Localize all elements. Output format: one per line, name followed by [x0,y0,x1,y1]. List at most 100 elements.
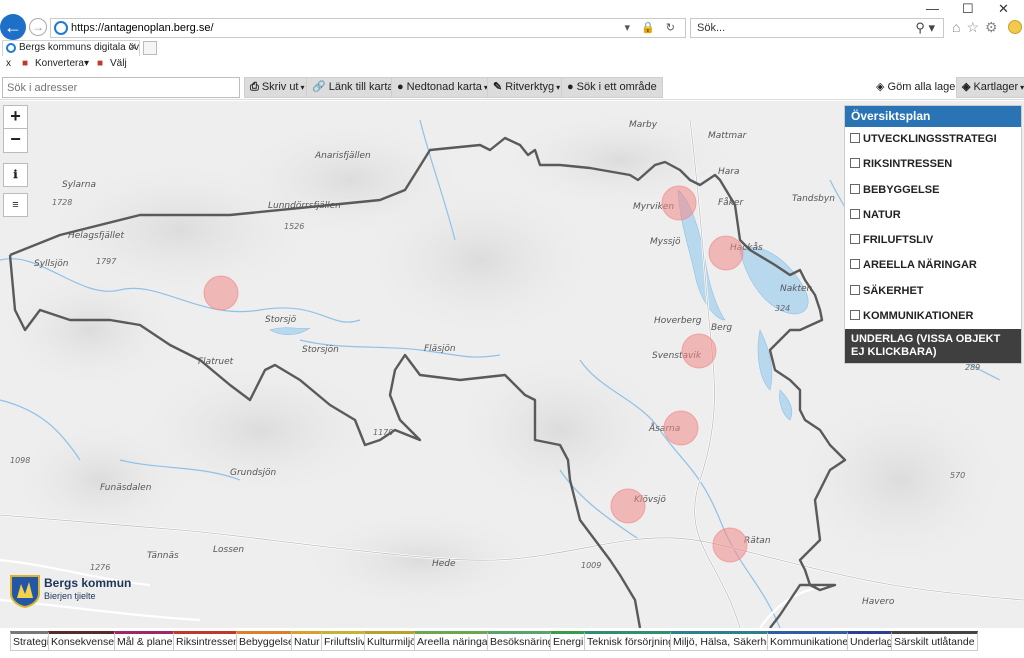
category-tab[interactable]: Energi [550,631,587,651]
svg-text:Anarisfjällen: Anarisfjällen [314,151,371,161]
category-tab[interactable]: Areella näringar [414,631,495,651]
svg-text:Tandsbyn: Tandsbyn [792,194,835,204]
browser-chrome: ← → https://antagenoplan.berg.se/ ▾ 🔒 ↻ … [0,0,1024,40]
checkbox[interactable] [850,259,860,270]
category-tab[interactable]: Strategi [10,631,53,651]
category-tab[interactable]: Miljö, Hälsa, Säkerhet [670,631,779,651]
map-hotspot[interactable] [712,527,748,563]
back-button[interactable]: ← [0,14,26,40]
app-toolbar: ⎙Skriv ut▾ 🔗Länk till karta▾ ●Nedtonad k… [0,74,1024,100]
checkbox[interactable] [850,133,860,143]
minimize-button[interactable]: — [926,1,939,16]
svg-text:Syllsjön: Syllsjön [34,259,69,269]
svg-text:Mattmar: Mattmar [708,131,748,141]
layer-group-underlag[interactable]: UNDERLAG (VISSA OBJEKT EJ KLICKBARA) [845,329,1021,364]
maximize-button[interactable]: ☐ [962,1,974,17]
select-icon: ■ [97,58,104,69]
category-tab[interactable]: Kommunikationer [767,631,855,651]
panel-title[interactable]: Översiktsplan [845,106,1021,127]
checkbox[interactable] [850,158,860,169]
address-controls[interactable]: ▾ 🔒 ↻ [624,21,679,34]
toolbar-icons[interactable]: ⌂☆⚙ [952,19,1004,36]
valj-button[interactable]: Välj [110,56,127,72]
checkbox[interactable] [850,284,860,295]
konvertera-button[interactable]: Konvertera [35,56,84,72]
svg-text:Marby: Marby [629,120,658,130]
close-tab-icon[interactable]: ✕ [129,41,137,55]
map-hotspot[interactable] [661,185,697,221]
svg-text:Nakten: Nakten [780,284,813,294]
window-controls: — ☐ ✕ [914,0,1024,18]
svg-text:Fåker: Fåker [718,197,744,208]
checkbox[interactable] [850,310,860,321]
close-bar-button[interactable]: x [6,56,11,72]
svg-text:Lossen: Lossen [213,545,244,555]
svg-text:1526: 1526 [284,222,304,231]
svg-text:1170: 1170 [373,428,393,437]
shield-icon [10,575,40,608]
address-bar[interactable]: https://antagenoplan.berg.se/ ▾ 🔒 ↻ [50,18,686,38]
map-hotspot[interactable] [663,410,699,446]
category-tab[interactable]: Underlag [847,631,896,651]
layer-item-friluftsliv[interactable]: FRILUFTSLIV [845,228,1021,253]
layer-item-kommunikationer[interactable]: KOMMUNIKATIONER [845,304,1021,329]
hide-all-layers-button[interactable]: ◈ Göm alla lager [876,77,959,98]
category-tab[interactable]: Mål & planer [114,631,179,651]
checkbox[interactable] [850,234,860,245]
category-tab[interactable]: Särskilt utlåtande [891,631,978,651]
svg-text:Tännäs: Tännäs [147,551,179,561]
zoom-out-button[interactable]: − [3,129,28,153]
layer-item-utvecklingsstrategi[interactable]: UTVECKLINGSSTRATEGI [845,127,1021,152]
checkbox[interactable] [850,183,860,194]
new-tab-button[interactable] [143,41,157,55]
address-search-input[interactable] [3,78,239,97]
area-search-button[interactable]: ● Sök i ett område [561,77,663,98]
info-icon: ℹ [13,169,18,181]
map-hotspot[interactable] [203,275,239,311]
legend-button[interactable]: ≡ [3,193,28,217]
dimmed-map-button[interactable]: ● Nedtonad karta ▾ [391,77,494,98]
layer-item-riksintressen[interactable]: RIKSINTRESSEN [845,152,1021,177]
layer-item-sakerhet[interactable]: SÄKERHET [845,279,1021,304]
svg-text:Storsjön: Storsjön [302,345,339,355]
checkbox[interactable] [850,208,860,219]
category-tab[interactable]: Natur [291,631,323,651]
svg-text:Hoverberg: Hoverberg [654,316,702,326]
svg-text:Rätan: Rätan [744,536,771,546]
svg-text:Berg: Berg [711,323,732,333]
layer-panel: Översiktsplan UTVECKLINGSSTRATEGI RIKSIN… [844,105,1022,365]
map-hotspot[interactable] [610,488,646,524]
svg-text:1797: 1797 [96,257,117,266]
zoom-in-button[interactable]: + [3,105,28,129]
draw-tools-button[interactable]: ✎ Ritverktyg ▾ [487,77,567,98]
browser-tab[interactable]: Bergs kommuns digitala öv... ✕ [2,40,140,56]
print-button[interactable]: ⎙ Skriv ut ▾ [244,77,311,98]
svg-text:1009: 1009 [581,561,601,570]
category-tab[interactable]: Besöksnäring [487,631,557,651]
layer-item-bebyggelse[interactable]: BEBYGGELSE [845,178,1021,203]
layer-item-areella-naringar[interactable]: AREELLA NÄRINGAR [845,253,1021,278]
search-icon[interactable]: ⚲ ▾ [915,20,935,36]
category-tab[interactable]: Bebyggelse [236,631,297,651]
category-tab[interactable]: Kulturmiljö [364,631,420,651]
info-button[interactable]: ℹ [3,163,28,187]
category-tab[interactable]: Friluftsliv [321,631,369,651]
category-tab[interactable]: Teknisk försörjning [584,631,677,651]
command-bar: x ■ Konvertera ▾ ■ Välj [0,56,1024,72]
chevron-down-icon[interactable]: ▾ [84,56,89,72]
map-layers-button[interactable]: ◈ Kartlager ▾ [956,77,1024,98]
close-window-button[interactable]: ✕ [998,1,1009,17]
svg-text:Fläsjön: Fläsjön [424,344,456,354]
category-tab[interactable]: Riksintressen [173,631,243,651]
ie-tab-icon [6,43,16,53]
browser-search-box[interactable]: Sök... ⚲ ▾ [690,18,944,38]
smiley-icon[interactable] [1008,20,1022,34]
globe-icon: ● [567,81,574,93]
layer-item-natur[interactable]: NATUR [845,203,1021,228]
map-hotspot[interactable] [708,235,744,271]
address-search[interactable] [2,77,240,98]
category-tab[interactable]: Konsekvenser [48,631,121,651]
printer-icon: ⎙ [250,81,259,93]
map-hotspot[interactable] [681,333,717,369]
forward-button[interactable]: → [29,18,47,36]
